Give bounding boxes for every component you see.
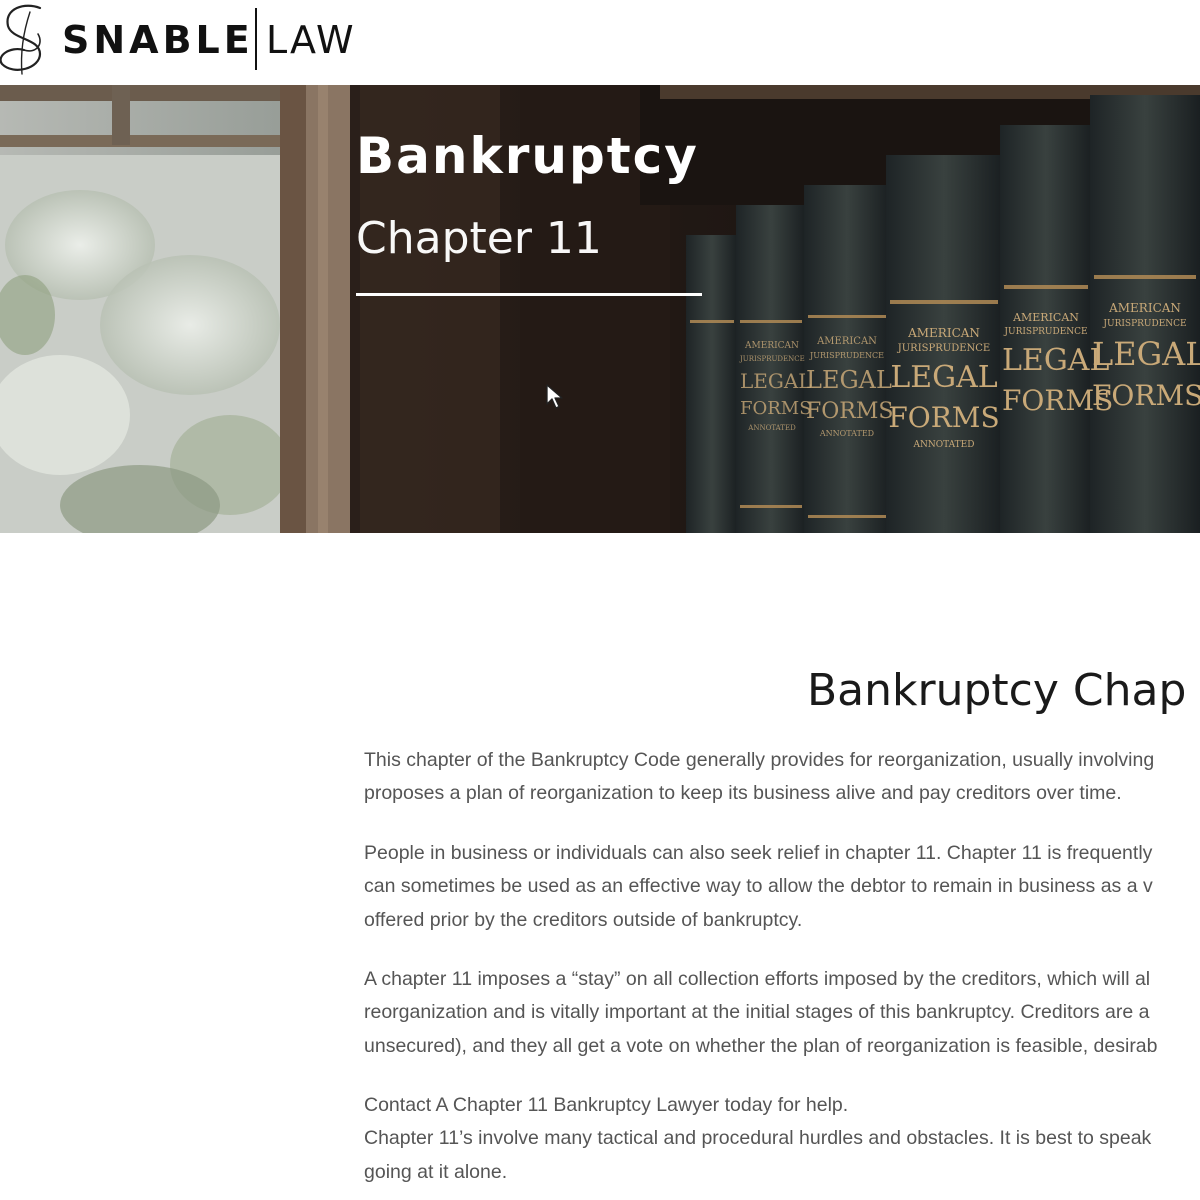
paragraph-stay: A chapter 11 imposes a “stay” on all col… [364,963,1158,1063]
book-spine: AMERICAN JURISPRUDENCE LEGAL FORMS [1092,301,1200,412]
logo-suffix: LAW [266,18,356,62]
hero-underline [356,293,702,296]
paragraph-contact: Contact A Chapter 11 Bankruptcy Lawyer t… [364,1089,1151,1189]
logo-link[interactable]: SNABLE LAW [0,0,380,85]
hero-subtitle: Chapter 11 [356,213,602,264]
site-header: SNABLE LAW [0,0,1200,85]
paragraph-line: proposes a plan of reorganization to kee… [364,782,1122,805]
paragraph-line: A chapter 11 imposes a “stay” on all col… [364,968,1151,990]
paragraph-line: Chapter 11’s involve many tactical and p… [364,1127,1152,1150]
hero-banner: AMERICAN JURISPRUDENCE LEGAL FORMS ANNOT… [0,85,1200,533]
logo-wordmark: SNABLE [62,18,254,62]
hero-title: Bankruptcy [356,127,699,185]
paragraph-individuals: People in business or individuals can al… [364,837,1153,937]
book-spine: AMERICAN JURISPRUDENCE LEGAL FORMS ANNOT… [740,341,812,432]
mouse-cursor-icon [546,384,563,409]
paragraph-overview: This chapter of the Bankruptcy Code gene… [364,744,1154,811]
logo-divider [255,8,257,70]
paragraph-line: going at it alone. [364,1160,508,1183]
book-spine: AMERICAN JURISPRUDENCE LEGAL FORMS [1002,311,1114,417]
book-spine: AMERICAN JURISPRUDENCE LEGAL FORMS ANNOT… [806,336,894,438]
paragraph-line: People in business or individuals can al… [364,842,1153,864]
book-spine: AMERICAN JURISPRUDENCE LEGAL FORMS ANNOT… [888,326,1000,450]
paragraph-line: offered prior by the creditors outside o… [364,908,803,931]
paragraph-line: can sometimes be used as an effective wa… [364,875,1153,898]
paragraph-line: Contact A Chapter 11 Bankruptcy Lawyer t… [364,1094,849,1116]
content-heading: Bankruptcy Chap [807,665,1187,716]
paragraph-line: unsecured), and they all get a vote on w… [364,1034,1158,1057]
paragraph-line: reorganization and is vitally important … [364,1001,1150,1024]
paragraph-line: This chapter of the Bankruptcy Code gene… [364,749,1155,771]
logo-script-s-icon [0,4,42,75]
content-body: This chapter of the Bankruptcy Code gene… [364,744,1200,1200]
